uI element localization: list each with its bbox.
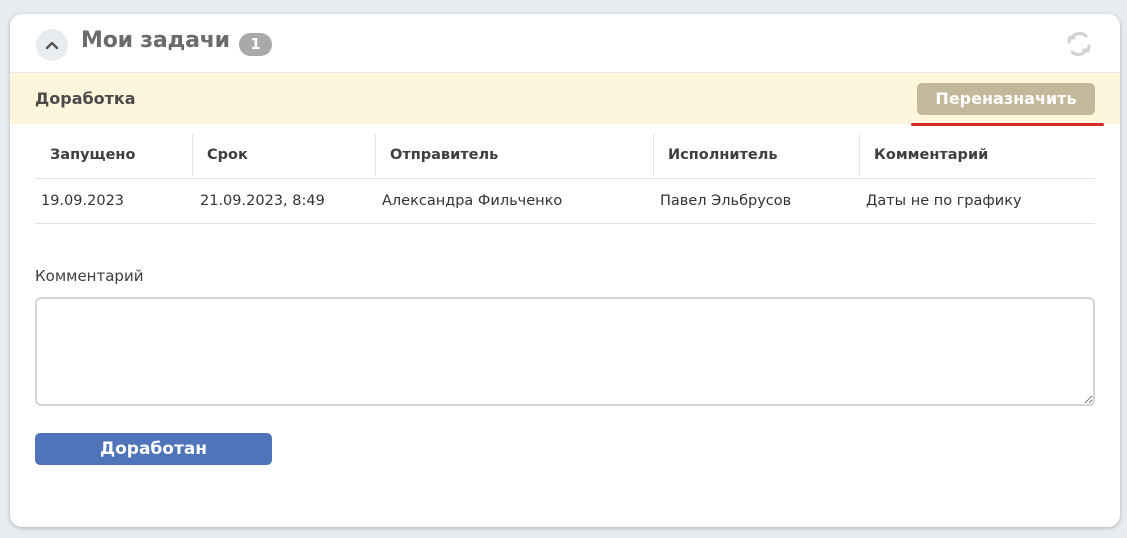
task-count-badge: 1 [239, 33, 272, 56]
reassign-button[interactable]: Переназначить [917, 83, 1095, 115]
my-tasks-panel: Мои задачи 1 Доработка Переназначить Зап… [10, 14, 1120, 527]
panel-header: Мои задачи 1 [10, 14, 1120, 73]
comment-textarea[interactable] [35, 297, 1095, 406]
done-button[interactable]: Доработан [35, 433, 272, 465]
cell-deadline: 21.09.2023, 8:49 [192, 178, 375, 224]
cell-started: 19.09.2023 [35, 178, 192, 224]
cell-sender: Александра Фильченко [375, 178, 653, 224]
cell-comment: Даты не по графику [859, 178, 1095, 224]
column-header-comment: Комментарий [859, 132, 1095, 179]
stage-bar: Доработка Переназначить [10, 73, 1120, 124]
cell-assignee: Павел Эльбрусов [653, 178, 859, 224]
stage-title: Доработка [35, 89, 136, 108]
column-header-deadline: Срок [192, 132, 375, 179]
panel-title: Мои задачи [81, 28, 230, 53]
refresh-icon[interactable] [1064, 29, 1094, 59]
column-header-started: Запущено [35, 132, 192, 179]
highlight-underline [911, 123, 1104, 126]
table-row[interactable]: 19.09.2023 21.09.2023, 8:49 Александра Ф… [35, 178, 1095, 224]
chevron-up-icon [45, 41, 59, 50]
collapse-button[interactable] [36, 29, 68, 61]
comment-label: Комментарий [35, 267, 144, 285]
table-header-row: Запущено Срок Отправитель Исполнитель Ко… [35, 132, 1095, 179]
column-header-sender: Отправитель [375, 132, 653, 179]
column-header-assignee: Исполнитель [653, 132, 859, 179]
tasks-table: Запущено Срок Отправитель Исполнитель Ко… [35, 132, 1095, 224]
